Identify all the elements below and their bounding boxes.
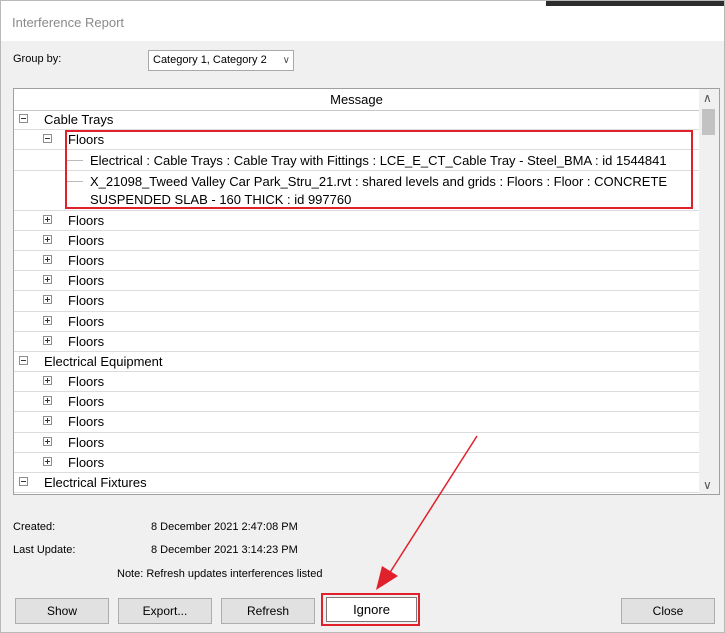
show-button[interactable]: Show	[15, 598, 109, 624]
collapse-icon[interactable]	[19, 355, 28, 365]
tree-category-row[interactable]: Cable Trays	[14, 110, 699, 131]
expand-icon[interactable]	[43, 214, 52, 224]
highlight-box-ignore	[321, 593, 420, 626]
scroll-thumb[interactable]	[702, 109, 715, 135]
tree-group-row[interactable]: Floors	[14, 291, 699, 312]
scroll-down-icon[interactable]: ∨	[703, 478, 712, 492]
collapse-icon[interactable]	[19, 477, 28, 486]
title-bar[interactable]: Interference Report	[1, 1, 724, 41]
expand-icon[interactable]	[43, 295, 52, 305]
row-text: Electrical : Cable Trays : Cable Tray wi…	[90, 153, 667, 169]
expand-icon[interactable]	[43, 335, 52, 345]
tree-group-row[interactable]: Floors	[14, 372, 699, 393]
tree-group-row[interactable]: Floors	[14, 453, 699, 473]
column-header-message: Message	[330, 92, 383, 107]
row-text: Electrical Equipment	[44, 353, 163, 369]
expand-icon[interactable]	[43, 254, 52, 264]
vertical-scrollbar[interactable]: ∧ ∨	[699, 89, 719, 494]
row-text: Cable Trays	[44, 112, 114, 127]
expand-icon[interactable]	[43, 315, 52, 325]
refresh-note: Note: Refresh updates interferences list…	[117, 568, 323, 580]
row-text: Floors	[68, 273, 105, 289]
row-text: Floors	[68, 293, 105, 309]
expand-icon[interactable]	[43, 396, 52, 406]
created-value: 8 December 2021 2:47:08 PM	[151, 521, 298, 533]
message-grid[interactable]: Message Cable Trays Floors Electrical : Ca…	[13, 88, 720, 495]
row-text: X_21098_Tweed Valley Car Park_Stru_21.rv…	[90, 173, 668, 207]
last-update-label: Last Update:	[13, 544, 76, 556]
tree-group-row[interactable]: Floors	[14, 231, 699, 251]
row-text: Floors	[68, 414, 105, 430]
tree-leaf-row[interactable]: Electrical : Cable Trays : Cable Tray wi…	[14, 150, 699, 171]
tree-group-row[interactable]: Floors	[14, 412, 699, 433]
tree-category-row[interactable]: Electrical Fixtures	[14, 473, 699, 494]
tree-category-row[interactable]: Electrical Equipment	[14, 352, 699, 373]
chevron-down-icon: ∨	[282, 55, 290, 66]
expand-icon[interactable]	[43, 376, 52, 386]
tree-group-row[interactable]: Floors	[14, 332, 699, 352]
row-text: Floors	[68, 252, 105, 268]
row-text: Floors	[68, 374, 105, 390]
row-text: Floors	[68, 313, 105, 329]
row-text: Floors	[68, 394, 105, 410]
tree-group-row[interactable]: Floors	[14, 312, 699, 332]
refresh-button[interactable]: Refresh	[221, 598, 315, 624]
tree-connector	[65, 160, 83, 162]
tree-group-row[interactable]: Floors	[14, 433, 699, 453]
last-update-value: 8 December 2021 3:14:23 PM	[151, 544, 298, 556]
export-button[interactable]: Export...	[118, 598, 212, 624]
expand-icon[interactable]	[43, 234, 52, 244]
tree-connector	[65, 180, 83, 182]
expand-icon[interactable]	[43, 456, 52, 466]
collapse-icon[interactable]	[43, 134, 52, 144]
tree-leaf-row[interactable]: X_21098_Tweed Valley Car Park_Stru_21.rv…	[14, 171, 699, 211]
row-text: Floors	[68, 132, 105, 148]
grid-rows: Cable Trays Floors Electrical : Cable Tray…	[14, 110, 699, 494]
titlebar-accent	[546, 1, 724, 6]
groupby-value: Category 1, Category 2	[153, 54, 267, 66]
grid-header[interactable]: Message	[14, 89, 699, 111]
tree-group-row[interactable]: Floors	[14, 392, 699, 413]
row-text: Electrical Fixtures	[44, 475, 147, 490]
scroll-up-icon[interactable]: ∧	[703, 91, 712, 105]
interference-report-window: Interference Report Group by: Category 1…	[0, 0, 725, 633]
expand-icon[interactable]	[43, 416, 52, 426]
tree-group-row[interactable]: Floors	[14, 251, 699, 272]
created-label: Created:	[13, 521, 56, 533]
groupby-dropdown[interactable]: Category 1, Category 2 ∨	[148, 50, 294, 71]
collapse-icon[interactable]	[19, 114, 28, 123]
tree-group-row[interactable]: Floors	[14, 130, 699, 151]
row-text: Floors	[68, 434, 105, 450]
close-button[interactable]: Close	[621, 598, 715, 624]
expand-icon[interactable]	[43, 275, 52, 285]
tree-group-row[interactable]: Floors	[14, 211, 699, 231]
tree-group-row[interactable]: Floors	[14, 271, 699, 292]
window-title: Interference Report	[12, 15, 125, 30]
expand-icon[interactable]	[43, 436, 52, 446]
groupby-label: Group by:	[13, 53, 62, 65]
row-text: Floors	[68, 232, 105, 248]
row-text: Floors	[68, 454, 105, 470]
row-text: Floors	[68, 333, 105, 349]
row-text: Floors	[68, 212, 105, 228]
